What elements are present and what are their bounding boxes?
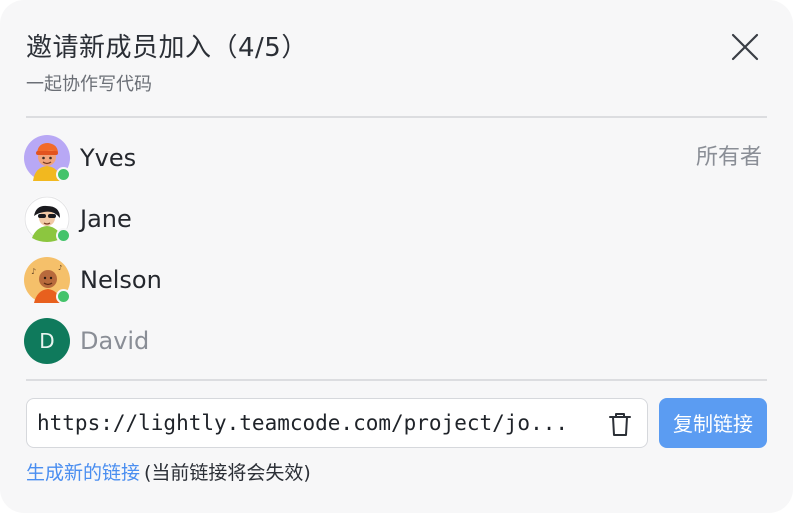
trash-icon <box>609 413 631 436</box>
member-row-yves: Yves 所有者 <box>24 135 766 183</box>
member-role-badge: 所有者 <box>695 145 762 170</box>
regenerate-note: (当前链接将会失效) <box>144 462 311 484</box>
copy-link-button[interactable]: 复制链接 <box>659 398 767 448</box>
online-status-dot <box>56 228 71 243</box>
regenerate-link[interactable]: 生成新的链接 <box>26 462 140 484</box>
member-name: Yves <box>80 144 137 172</box>
member-row-david: D David <box>24 318 766 366</box>
member-name: David <box>80 327 150 355</box>
avatar-david: D <box>24 318 70 364</box>
regenerate-row: 生成新的链接 (当前链接将会失效) <box>26 458 311 488</box>
member-name: Jane <box>80 205 132 233</box>
svg-text:♪: ♪ <box>31 267 36 276</box>
avatar-jane <box>24 196 71 243</box>
avatar-yves <box>24 135 71 182</box>
member-row-nelson: ♪ ♪ Nelson <box>24 257 766 305</box>
invite-link-field[interactable]: https://lightly.teamcode.com/project/jo.… <box>26 398 648 448</box>
close-button[interactable] <box>729 31 761 63</box>
avatar-nelson: ♪ ♪ <box>24 257 71 304</box>
invite-link-text[interactable]: https://lightly.teamcode.com/project/jo.… <box>37 407 568 439</box>
divider-bottom <box>26 379 767 381</box>
divider-top <box>26 116 767 118</box>
svg-text:♪: ♪ <box>58 264 62 272</box>
online-status-dot <box>56 167 71 182</box>
dialog-subtitle: 一起协作写代码 <box>26 74 152 95</box>
member-name: Nelson <box>80 266 162 294</box>
delete-link-button[interactable] <box>606 410 634 438</box>
online-status-dot <box>56 289 71 304</box>
dialog-title: 邀请新成员加入（4/5） <box>26 33 308 63</box>
avatar-letter: D <box>39 329 55 353</box>
member-row-jane: Jane <box>24 196 766 244</box>
invite-dialog: 邀请新成员加入（4/5） 一起协作写代码 Yves 所有者 Jane ♪ ♪ N… <box>0 0 793 513</box>
close-icon <box>731 33 759 61</box>
